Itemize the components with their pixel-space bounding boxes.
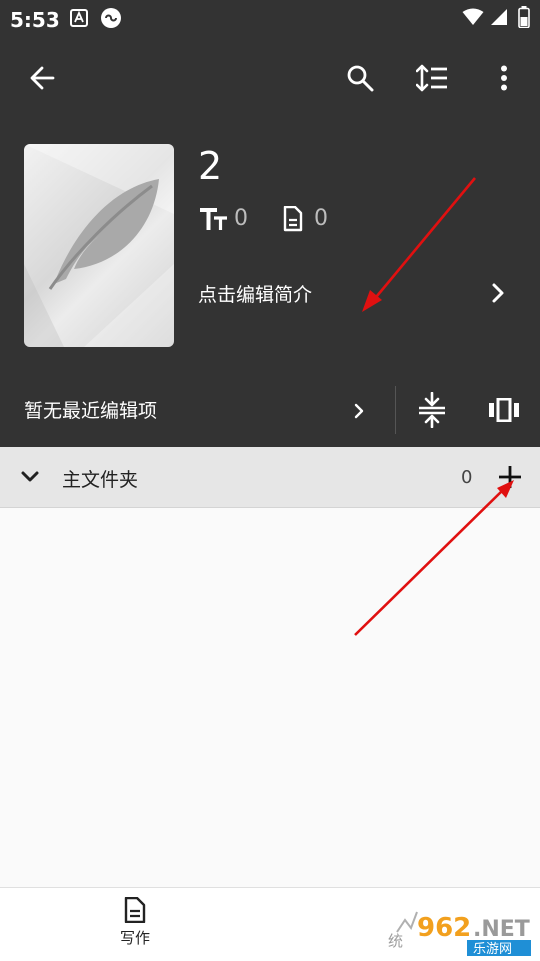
nav-tab-write-label: 写作 xyxy=(119,929,150,947)
document-nav-icon xyxy=(124,897,146,923)
site-watermark-logo: 962 .NET 乐游网 xyxy=(395,902,535,957)
nav-tab-write[interactable]: 写作 xyxy=(100,895,170,951)
svg-text:962: 962 xyxy=(417,913,471,943)
svg-text:乐游网: 乐游网 xyxy=(473,942,512,956)
annotation-arrowhead-2 xyxy=(497,480,514,498)
annotation-arrows xyxy=(354,177,514,636)
svg-text:.NET: .NET xyxy=(473,917,530,942)
